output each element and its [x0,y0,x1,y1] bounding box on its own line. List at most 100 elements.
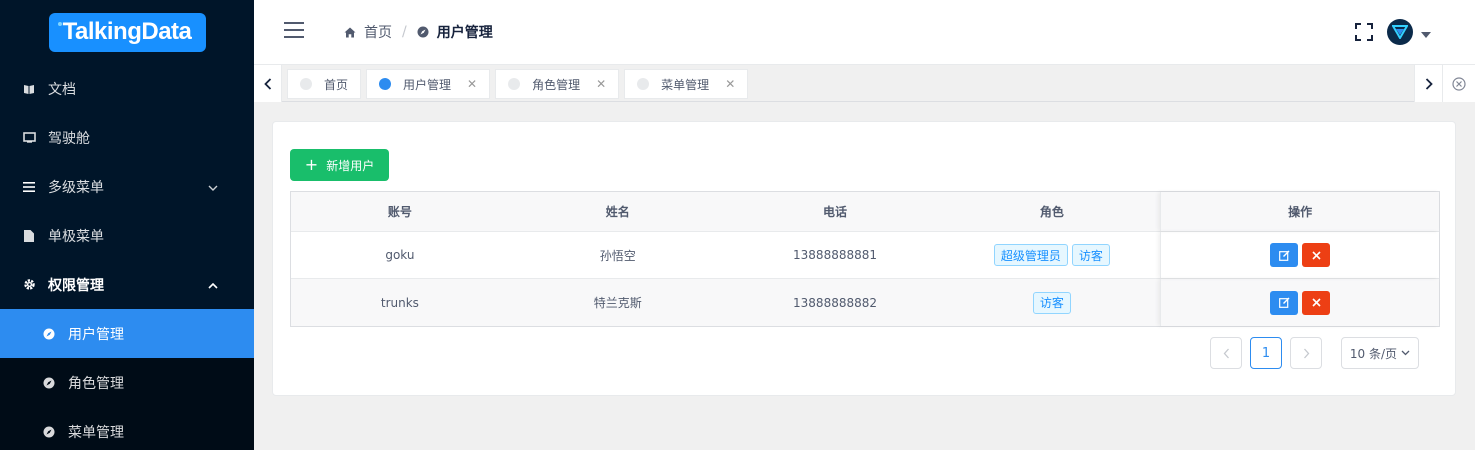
cell-actions [1160,279,1439,326]
sidebar-item-multilevel[interactable]: 多级菜单 [0,162,254,211]
home-icon [344,27,356,38]
page-size-label: 10 条/页 [1349,346,1398,361]
close-icon[interactable]: ✕ [467,77,477,91]
logo-area: TalkingData [0,0,254,64]
column-header: 电话 [823,205,848,219]
breadcrumb-label: 首页 [364,25,392,41]
cell-name: 特兰克斯 [593,296,642,310]
column-header: 角色 [1039,205,1064,219]
tag-label: 首页 [324,77,349,92]
sidebar-item-label: 多级菜单 [48,179,104,196]
role-tag: 访客 [1071,244,1110,266]
close-icon[interactable]: ✕ [596,77,606,91]
cell-account: trunks [380,295,419,310]
table-row: trunks 特兰克斯 13888888882 访客 [291,279,1439,326]
column-header: 账号 [387,205,412,219]
column-header: 姓名 [605,205,630,219]
compass-icon [42,327,56,341]
menu-icon [22,180,36,194]
fullscreen-icon[interactable] [1355,23,1373,41]
tag-label: 菜单管理 [661,77,710,92]
breadcrumb-label: 用户管理 [436,25,493,41]
avatar[interactable] [1387,19,1413,45]
chevron-down-icon [1401,350,1410,356]
breadcrumb-item-users: 用户管理 [417,22,493,42]
sidebar-item-label: 用户管理 [68,326,124,343]
tags-nav: 首页 用户管理 ✕ 角色管理 ✕ 菜单管理 ✕ [254,64,1475,102]
breadcrumb-item-home[interactable]: 首页 [344,22,392,42]
page-size-select[interactable]: 10 条/页 [1341,337,1419,369]
cell-actions [1160,232,1439,278]
cell-roles: 超级管理员 访客 [943,232,1160,278]
cell-account: goku [385,248,415,262]
sidebar-item-label: 权限管理 [48,277,104,294]
compass-icon [42,425,56,439]
column-header: 操作 [1160,192,1439,231]
sidebar-item-label: 菜单管理 [68,424,124,441]
close-icon [1312,250,1321,260]
role-tag: 访客 [1032,291,1071,314]
scroll-left-button[interactable] [254,65,282,102]
content-card: + 新增用户 账号 姓名 电话 角色 操作 goku 孙悟空 138888888… [272,121,1456,396]
close-icon[interactable]: ✕ [725,77,735,91]
delete-button[interactable] [1302,243,1331,267]
sidebar-item-label: 单极菜单 [48,228,104,245]
logo-dot [57,21,62,26]
top-header: 首页 / 用户管理 [254,0,1475,64]
tag-label: 角色管理 [532,77,581,92]
tag-menus[interactable]: 菜单管理 ✕ [624,69,749,99]
sidebar-item-label: 驾驶舱 [48,130,90,147]
compass-icon [42,376,56,390]
cell-phone: 13888888882 [793,295,878,310]
permissions-submenu: 用户管理 角色管理 菜单管理 [0,309,254,450]
breadcrumb-separator: / [402,24,407,40]
hamburger-menu-icon[interactable] [284,22,304,38]
pagination: 1 10 条/页 [1210,337,1419,369]
table-header: 账号 姓名 电话 角色 操作 [291,192,1439,232]
tag-dot [379,78,392,90]
book-icon [22,82,36,96]
chevron-up-icon [208,277,218,293]
tag-home[interactable]: 首页 [287,69,362,99]
logo-text: TalkingData [62,18,192,45]
sidebar-item-users[interactable]: 用户管理 [0,309,254,358]
sidebar-item-roles[interactable]: 角色管理 [0,358,254,407]
tag-roles[interactable]: 角色管理 ✕ [495,69,620,99]
delete-button[interactable] [1302,290,1331,315]
cell-phone: 13888888881 [793,248,878,262]
scroll-right-button[interactable] [1414,65,1442,102]
edit-button[interactable] [1270,243,1299,267]
tag-dot [637,78,650,90]
role-tag: 超级管理员 [993,244,1068,266]
caret-down-icon[interactable] [1421,27,1431,42]
gear-icon [22,278,36,292]
sidebar-item-single[interactable]: 单极菜单 [0,211,254,260]
cell-name: 孙悟空 [599,248,636,263]
sidebar-item-label: 文档 [48,81,76,98]
close-all-tags-button[interactable] [1442,65,1475,102]
next-page-button[interactable] [1290,337,1322,369]
add-user-button[interactable]: + 新增用户 [290,149,389,181]
sidebar-item-docs[interactable]: 文档 [0,64,254,113]
logo[interactable]: TalkingData [48,12,206,52]
sidebar-item-menus[interactable]: 菜单管理 [0,407,254,450]
tag-dot [300,78,312,90]
edit-button[interactable] [1270,290,1299,315]
close-icon [1312,298,1321,307]
page-number[interactable]: 1 [1250,337,1282,369]
tag-dot [508,78,521,90]
monitor-icon [22,131,36,145]
add-user-label: 新增用户 [326,158,375,173]
tag-users[interactable]: 用户管理 ✕ [366,69,491,99]
prev-page-button[interactable] [1210,337,1242,369]
sidebar-item-cockpit[interactable]: 驾驶舱 [0,113,254,162]
edit-icon [1278,250,1290,261]
plus-icon: + [304,155,319,174]
users-table: 账号 姓名 电话 角色 操作 goku 孙悟空 13888888881 超级管理… [290,191,1440,327]
sidebar-item-permissions[interactable]: 权限管理 [0,260,254,309]
tag-label: 用户管理 [403,77,452,92]
breadcrumb: 首页 / 用户管理 [344,22,493,42]
cell-roles: 访客 [943,279,1160,326]
tags-list: 首页 用户管理 ✕ 角色管理 ✕ 菜单管理 ✕ [287,69,753,99]
sidebar-item-label: 角色管理 [68,375,124,392]
